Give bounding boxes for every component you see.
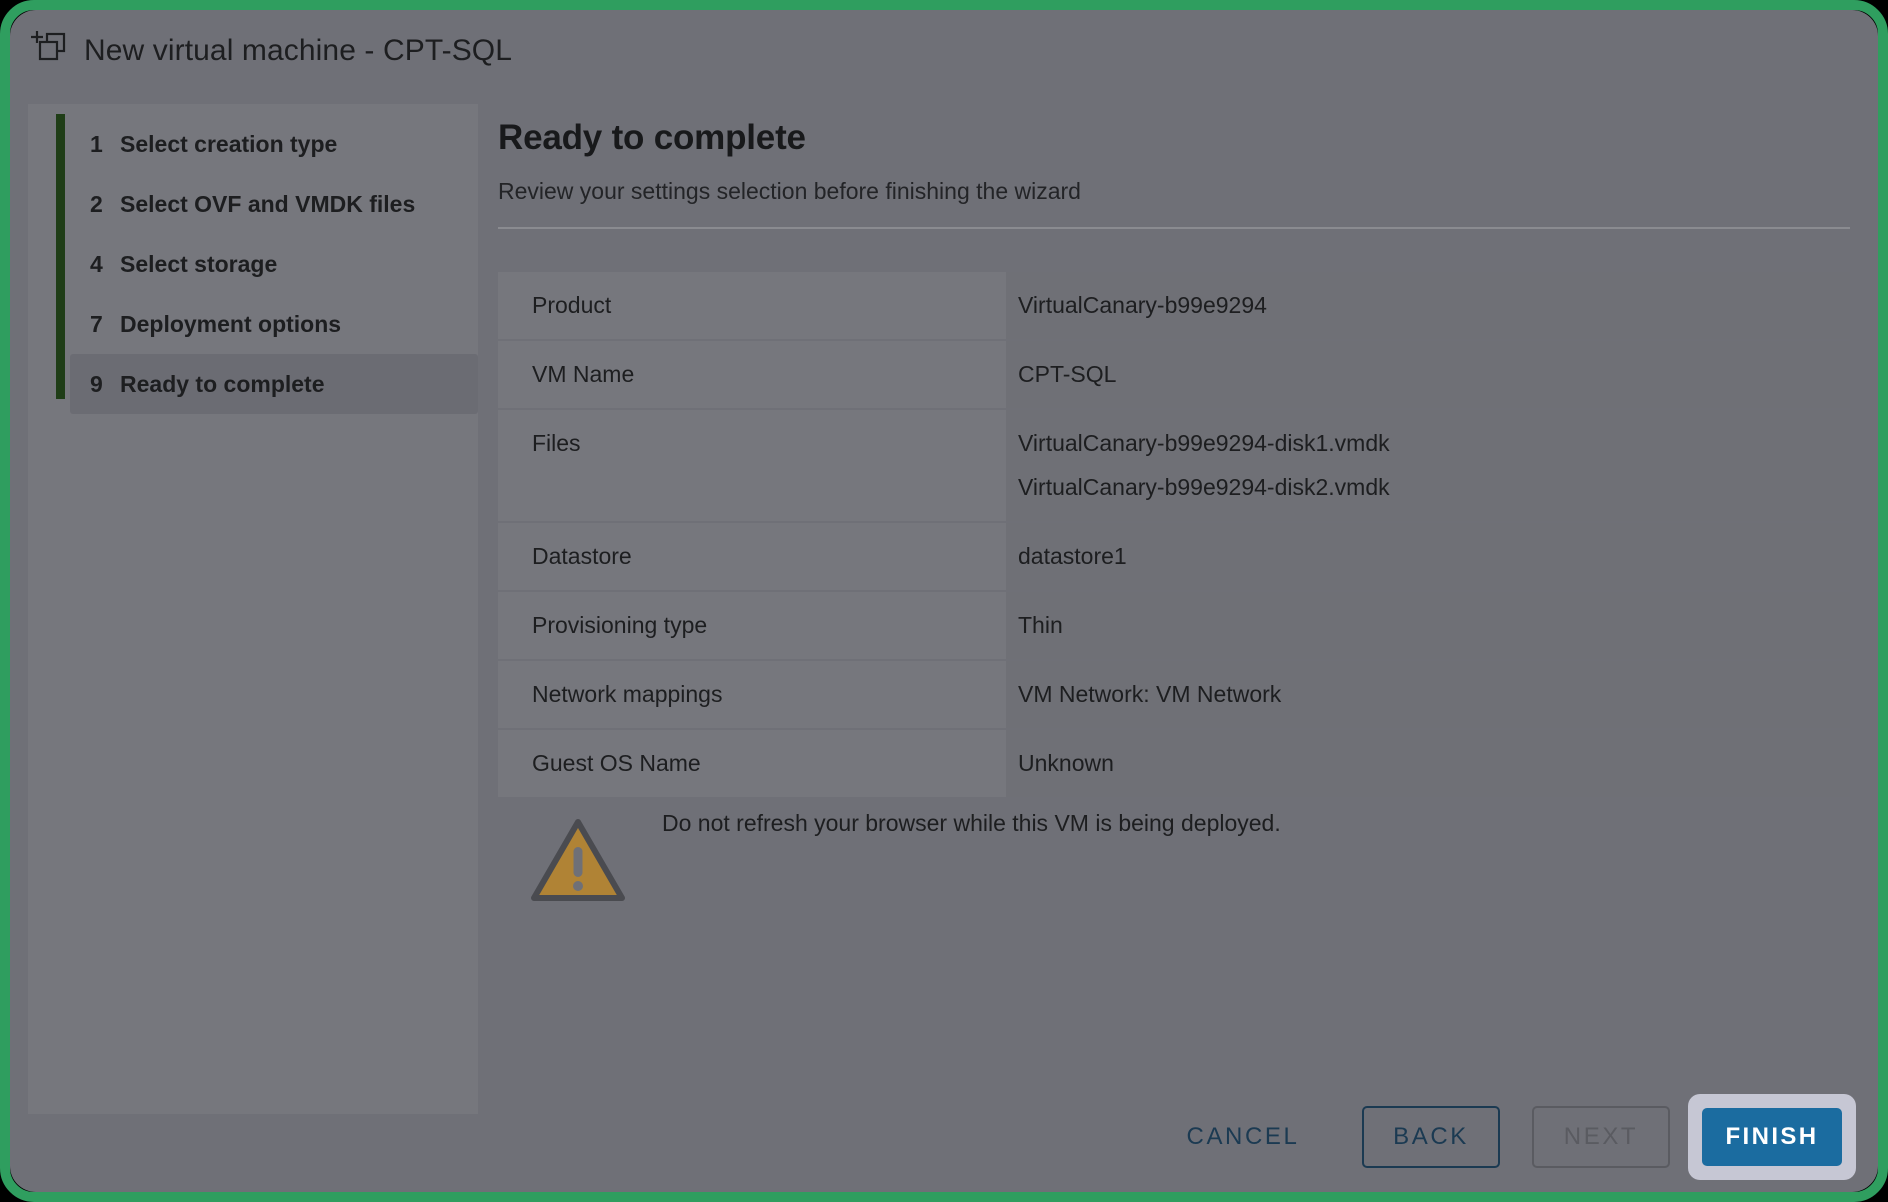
step-label: Select OVF and VMDK files xyxy=(120,190,416,217)
summary-value-line: VirtualCanary-b99e9294 xyxy=(1018,292,1267,318)
summary-value: Unknown xyxy=(998,730,1850,797)
sidebar-step-ready-to-complete[interactable]: 9 Ready to complete xyxy=(70,354,478,414)
dialog-titlebar: New virtual machine - CPT-SQL xyxy=(10,10,1878,92)
warning-triangle-icon xyxy=(530,816,626,904)
step-label: Ready to complete xyxy=(120,370,325,397)
summary-key: Product xyxy=(498,272,998,339)
step-label: Select creation type xyxy=(120,130,338,157)
step-label: Deployment options xyxy=(120,310,342,337)
summary-value: datastore1 xyxy=(998,523,1850,590)
screenshot-root: New virtual machine - CPT-SQL 1 Select c… xyxy=(0,0,1888,1202)
summary-value: VirtualCanary-b99e9294 xyxy=(998,272,1850,339)
header-divider xyxy=(498,227,1850,229)
table-row: Guest OS Name Unknown xyxy=(498,730,1850,797)
sidebar-step-deployment-options[interactable]: 7 Deployment options xyxy=(70,294,478,354)
step-number: 7 xyxy=(90,310,103,337)
page-title: Ready to complete xyxy=(498,118,806,157)
step-number: 4 xyxy=(90,250,103,277)
dialog-footer: CANCEL BACK NEXT FINISH xyxy=(10,1082,1878,1192)
page-subtitle: Review your settings selection before fi… xyxy=(498,178,1081,204)
sidebar-step-select-creation-type[interactable]: 1 Select creation type xyxy=(70,114,478,174)
step-number: 2 xyxy=(90,190,103,217)
summary-value-line: CPT-SQL xyxy=(1018,361,1117,387)
sidebar-step-select-ovf-vmdk[interactable]: 2 Select OVF and VMDK files xyxy=(70,174,478,234)
table-row: Network mappings VM Network: VM Network xyxy=(498,661,1850,728)
summary-value-line: VirtualCanary-b99e9294-disk2.vmdk xyxy=(1018,474,1390,500)
summary-value-line: VM Network: VM Network xyxy=(1018,681,1282,707)
step-label: Select storage xyxy=(120,250,278,277)
finish-button-focus-ring: FINISH xyxy=(1688,1094,1856,1180)
step-number: 1 xyxy=(90,130,103,157)
sidebar-step-select-storage[interactable]: 4 Select storage xyxy=(70,234,478,294)
summary-key: Provisioning type xyxy=(498,592,998,659)
summary-key: Files xyxy=(498,410,998,521)
summary-value-line: Unknown xyxy=(1018,750,1114,776)
summary-value: VirtualCanary-b99e9294-disk1.vmdk Virtua… xyxy=(998,410,1850,521)
dialog-body: 1 Select creation type 2 Select OVF and … xyxy=(10,92,1878,1192)
table-row: Datastore datastore1 xyxy=(498,523,1850,590)
wizard-content-pane: Ready to complete Review your settings s… xyxy=(498,104,1850,1082)
summary-key: VM Name xyxy=(498,341,998,408)
summary-value: Thin xyxy=(998,592,1850,659)
summary-key: Network mappings xyxy=(498,661,998,728)
finish-button[interactable]: FINISH xyxy=(1702,1108,1842,1166)
step-progress-rail xyxy=(56,114,65,399)
new-vm-wizard-dialog: New virtual machine - CPT-SQL 1 Select c… xyxy=(10,10,1878,1192)
next-button: NEXT xyxy=(1532,1106,1670,1168)
summary-key: Datastore xyxy=(498,523,998,590)
summary-value: VM Network: VM Network xyxy=(998,661,1850,728)
summary-value: CPT-SQL xyxy=(998,341,1850,408)
summary-value-line: Thin xyxy=(1018,612,1063,638)
wizard-step-sidebar: 1 Select creation type 2 Select OVF and … xyxy=(28,104,478,1114)
dialog-title: New virtual machine - CPT-SQL xyxy=(84,34,513,67)
back-button[interactable]: BACK xyxy=(1362,1106,1500,1168)
table-row: Product VirtualCanary-b99e9294 xyxy=(498,272,1850,339)
table-row: Provisioning type Thin xyxy=(498,592,1850,659)
summary-value-line: VirtualCanary-b99e9294-disk1.vmdk xyxy=(1018,430,1390,456)
deployment-warning: Do not refresh your browser while this V… xyxy=(530,808,1281,904)
warning-text: Do not refresh your browser while this V… xyxy=(662,810,1281,836)
step-number: 9 xyxy=(90,370,103,397)
summary-value-line: datastore1 xyxy=(1018,543,1127,569)
table-row: Files VirtualCanary-b99e9294-disk1.vmdk … xyxy=(498,410,1850,521)
summary-table: Product VirtualCanary-b99e9294 VM Name C… xyxy=(498,270,1850,799)
summary-key: Guest OS Name xyxy=(498,730,998,797)
cancel-button[interactable]: CANCEL xyxy=(1168,1106,1318,1168)
new-vm-icon xyxy=(28,29,72,73)
table-row: VM Name CPT-SQL xyxy=(498,341,1850,408)
